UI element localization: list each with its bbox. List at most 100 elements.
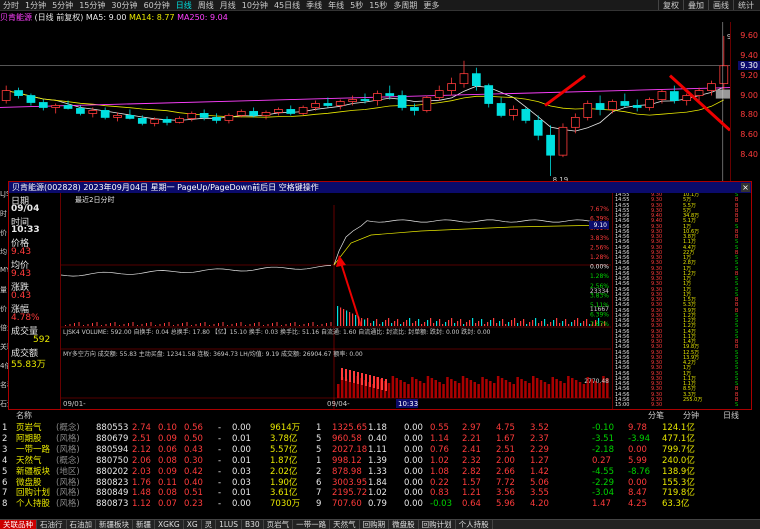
tick-cell: 15:00 (615, 402, 630, 408)
tab-timeframe[interactable]: 多周期 (390, 0, 420, 10)
tab-timeframe[interactable]: 日线 (173, 0, 195, 10)
table-row[interactable]: 3 一带一路 (风格) 880594 2.12 0.06 0.43-0.00 5.57亿 5 20… (0, 445, 760, 456)
table-row[interactable]: 5 新疆板块 (地区) 880202 2.03 0.09 0.42 -0.03 2.02亿 2 87… (0, 467, 760, 478)
intraday-chart[interactable]: 最近2日分时 LJSK4 VOLUME: 592.00 自换手: 0.04 总换手… (61, 193, 611, 409)
bottom-tab[interactable]: XG (184, 520, 202, 529)
candle (335, 99, 345, 110)
table-header-cell[interactable]: 名称 (16, 410, 32, 421)
volume-bar (367, 318, 369, 326)
bottom-tab[interactable]: 灵 (202, 520, 217, 529)
tab-timeframe[interactable]: 10分钟 (239, 0, 271, 10)
table-cell: 2.82 (462, 466, 481, 477)
table-cell: 0.10 (158, 423, 177, 433)
bottom-tab[interactable]: 石油加 (67, 520, 96, 529)
table-cell: 1 (2, 423, 8, 433)
daily-candlestick-chart[interactable]: 9.608.19 (0, 22, 730, 182)
table-cell: 2.12 (132, 444, 151, 455)
axis-tick-label: 9.00 (740, 90, 758, 100)
table-cell: 2.06 (132, 455, 151, 466)
volume-bar (388, 318, 390, 326)
candle (1, 85, 11, 104)
tab-timeframe[interactable]: 年线 (325, 0, 347, 10)
avg-price-line (333, 224, 610, 266)
volume-bar (505, 324, 507, 326)
tool-button[interactable]: 叠加 (683, 0, 708, 10)
table-cell: - (218, 455, 222, 466)
amount-bar (520, 379, 523, 398)
table-row[interactable]: 2 阿期股 (风格) 880679 2.51 0.09 0.50 -0.01 3.78亿 5 960… (0, 434, 760, 445)
volume-bar (285, 324, 287, 326)
bottom-tab[interactable]: 新疆板块 (96, 520, 133, 529)
amount-bar (430, 378, 434, 398)
table-cell: 7 (2, 488, 8, 499)
table-row[interactable]: 8 个人持股 (风格) 880873 1.12 0.07 0.23-0.00 7030万 9 70… (0, 499, 760, 510)
table-header-cell[interactable]: 分钟 (683, 410, 699, 421)
table-row[interactable]: 1 页岩气 (概念) 880553 2.74 0.10 0.56-0.00 9614万 1 132… (0, 423, 760, 434)
table-cell: 1.11 (368, 444, 387, 455)
table-row[interactable]: 6 微盘股 (风格) 880823 1.76 0.11 0.40 -0.03 1.90亿 6 300… (0, 478, 760, 489)
tab-timeframe[interactable]: 分时 (0, 0, 22, 10)
volume-bar (484, 324, 486, 326)
tab-timeframe[interactable]: 15秒 (366, 0, 390, 10)
axis-tick-label: 8.40 (740, 150, 758, 160)
volume-bar (276, 322, 278, 326)
tab-timeframe[interactable]: 5秒 (347, 0, 366, 10)
candle (719, 35, 729, 91)
table-header-cell[interactable]: 分笔 (648, 410, 664, 421)
table-cell: - (218, 477, 222, 488)
timeframe-bar: 分时 1分钟 5分钟 15分钟 30分钟 60分钟 日线 周线 月线 10分钟 45日线 季线 年线 5秒… (0, 0, 760, 11)
table-cell: 2.00 (496, 455, 515, 466)
candle (14, 87, 23, 99)
intraday-popup[interactable]: 贝肯能源(002828) 2023年09月04日 星期一 PageUp/Page… (8, 181, 752, 410)
tick-list[interactable]: 14:55 9.30 10.1万 S 14:55 9.30 5万 B 14:55 9.30 5.5万… (612, 193, 752, 409)
close-icon[interactable]: × (741, 183, 750, 192)
tab-timeframe[interactable]: 15分钟 (76, 0, 108, 10)
volume-bar (586, 319, 588, 326)
bottom-tab[interactable]: 微盘股 (389, 520, 419, 529)
tab-timeframe[interactable]: 45日线 (271, 0, 303, 10)
tab-timeframe[interactable]: 月线 (217, 0, 239, 10)
tab-timeframe[interactable]: 5分钟 (49, 0, 76, 10)
tab-timeframe[interactable]: 30分钟 (108, 0, 140, 10)
tab-timeframe[interactable]: 周线 (195, 0, 217, 10)
volume-bar (529, 322, 531, 326)
bottom-tab[interactable]: XGKG (155, 520, 184, 529)
table-cell: (风格) (56, 444, 80, 455)
table-cell: 5 (2, 466, 8, 477)
bottom-tab[interactable]: 石油行 (37, 520, 67, 529)
table-header-cell[interactable]: 日线 (723, 410, 739, 421)
candle (632, 99, 642, 112)
tab-timeframe[interactable]: 季线 (303, 0, 325, 10)
sector-table[interactable]: 名称 分笔 分钟 日线 1 页岩气 (概念) 880553 2.74 0.10 0.56-0.00… (0, 410, 760, 520)
amount-bar (454, 381, 457, 398)
table-row[interactable]: 4 天然气 (概念) 880750 2.06 0.08 0.30 -0.01 1.87亿 1 998… (0, 456, 760, 467)
bottom-tab[interactable]: 关联品种 (0, 520, 37, 529)
tab-timeframe[interactable]: 60分钟 (141, 0, 173, 10)
tab-timeframe[interactable]: 更多 (420, 0, 442, 10)
volume-bar (412, 323, 414, 326)
left-label: 4倍.4 (0, 362, 8, 370)
tool-button[interactable]: 统计 (733, 0, 758, 10)
tool-button[interactable]: 复权 (658, 0, 683, 10)
bottom-tab[interactable]: 天然气 (330, 520, 360, 529)
table-row[interactable]: 7 回购计划 (风格) 880849 1.48 0.08 0.51 -0.01 3.61亿 7 21… (0, 488, 760, 499)
volume-bar (385, 320, 387, 326)
tool-button[interactable]: 画线 (708, 0, 733, 10)
amount-bar (391, 376, 395, 398)
table-cell: 回购计划 (16, 488, 51, 499)
bottom-tab[interactable]: 新疆 (133, 520, 155, 529)
table-cell: - (218, 423, 222, 433)
table-cell: 719.8亿 (662, 488, 695, 499)
bottom-tab[interactable]: 一带一路 (293, 520, 331, 529)
amount-bar (508, 382, 512, 398)
tab-timeframe[interactable]: 1分钟 (22, 0, 49, 10)
bottom-tab[interactable]: 回购计划 (419, 520, 456, 529)
bottom-tab[interactable]: 页岩气 (264, 520, 294, 529)
bottom-tab[interactable]: 回购期 (360, 520, 390, 529)
bottom-tab[interactable]: 个人持股 (456, 520, 493, 529)
bottom-tab[interactable]: B30 (242, 520, 264, 529)
bottom-tab[interactable]: 1LUS (216, 520, 242, 529)
popup-title[interactable]: 贝肯能源(002828) 2023年09月04日 星期一 PageUp/Page… (9, 182, 751, 193)
table-cell: 9614万 (270, 423, 301, 433)
volume-bar (119, 325, 120, 326)
